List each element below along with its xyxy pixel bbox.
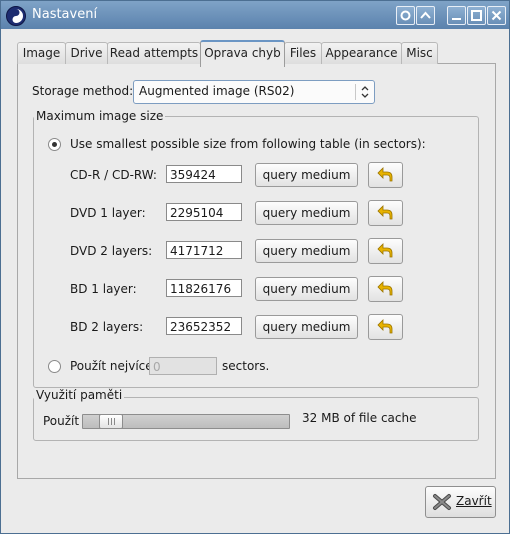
maximize-button[interactable] <box>467 6 486 25</box>
gear-icon <box>400 10 411 21</box>
shade-button[interactable] <box>416 6 435 25</box>
app-logo-icon[interactable] <box>6 6 26 26</box>
size-label-dvd2: DVD 2 layers: <box>70 244 153 258</box>
size-label-cd: CD-R / CD-RW: <box>70 168 157 182</box>
storage-method-label: Storage method: <box>32 84 134 98</box>
size-label-bd2: BD 2 layers: <box>70 320 144 334</box>
radio-use-custom[interactable] <box>48 360 61 373</box>
memory-use-label: Použít <box>43 414 80 428</box>
query-medium-bd2-button[interactable]: query medium <box>255 315 358 339</box>
tab-drive[interactable]: Drive <box>65 42 108 64</box>
radio-selected-dot <box>52 142 57 147</box>
tab-oprava-chyb[interactable]: Oprava chyb <box>200 40 285 67</box>
undo-arrow-icon <box>377 205 393 220</box>
storage-method-select[interactable]: Augmented image (RS02) <box>133 80 375 104</box>
maximize-icon <box>471 10 482 21</box>
undo-arrow-icon <box>377 167 393 182</box>
close-x-icon <box>433 494 451 510</box>
close-window-button[interactable] <box>487 6 506 25</box>
custom-size-unit: sectors. <box>222 359 270 373</box>
reset-bd2-button[interactable] <box>368 314 403 340</box>
chevron-up-icon <box>420 11 431 19</box>
size-field-bd1[interactable]: 11826176 <box>166 279 242 297</box>
radio-use-table-label: Use smallest possible size from followin… <box>70 137 426 151</box>
query-medium-dvd2-button[interactable]: query medium <box>255 239 358 263</box>
size-label-bd1: BD 1 layer: <box>70 282 137 296</box>
max-image-size-legend: Maximum image size <box>34 109 166 123</box>
minimize-icon <box>452 18 461 20</box>
size-field-bd2[interactable]: 23652352 <box>166 317 242 335</box>
reset-dvd1-button[interactable] <box>368 200 403 226</box>
memory-slider-handle[interactable] <box>99 414 123 429</box>
close-button-label: Zavřít <box>456 494 492 508</box>
minimize-button[interactable] <box>447 6 466 25</box>
tab-image[interactable]: Image <box>17 42 66 64</box>
size-label-dvd1: DVD 1 layer: <box>70 206 146 220</box>
size-field-cd[interactable]: 359424 <box>166 165 242 183</box>
title-bar[interactable]: Nastavení <box>1 1 509 29</box>
query-medium-bd1-button[interactable]: query medium <box>255 277 358 301</box>
reset-cd-button[interactable] <box>368 162 403 188</box>
custom-size-field[interactable]: 0 <box>149 357 217 375</box>
size-field-dvd2[interactable]: 4171712 <box>166 241 242 259</box>
radio-use-table[interactable] <box>48 138 61 151</box>
tab-appearance[interactable]: Appearance <box>321 42 402 64</box>
window-menu-button[interactable] <box>396 6 415 25</box>
tab-read-attempts[interactable]: Read attempts <box>107 42 201 64</box>
memory-slider[interactable] <box>82 414 290 429</box>
tab-misc[interactable]: Misc <box>401 42 438 64</box>
query-medium-cd-button[interactable]: query medium <box>255 163 358 187</box>
storage-method-value: Augmented image (RS02) <box>139 84 295 98</box>
undo-arrow-icon <box>377 319 393 334</box>
tab-files[interactable]: Files <box>284 42 322 64</box>
close-icon <box>491 10 502 21</box>
reset-bd1-button[interactable] <box>368 276 403 302</box>
window-title: Nastavení <box>32 7 98 22</box>
chevron-up-down-icon <box>361 86 369 98</box>
close-button[interactable]: Zavřít <box>425 486 496 518</box>
memory-value-text: 32 MB of file cache <box>302 411 417 425</box>
settings-window: Nastavení Image Drive Read attempts Opra… <box>0 0 510 534</box>
undo-arrow-icon <box>377 281 393 296</box>
undo-arrow-icon <box>377 243 393 258</box>
radio-use-custom-label: Použít nejvíce <box>70 359 153 373</box>
query-medium-dvd1-button[interactable]: query medium <box>255 201 358 225</box>
combo-divider <box>355 84 356 100</box>
size-field-dvd1[interactable]: 2295104 <box>166 203 242 221</box>
memory-usage-legend: Využití paměti <box>34 388 125 402</box>
reset-dvd2-button[interactable] <box>368 238 403 264</box>
